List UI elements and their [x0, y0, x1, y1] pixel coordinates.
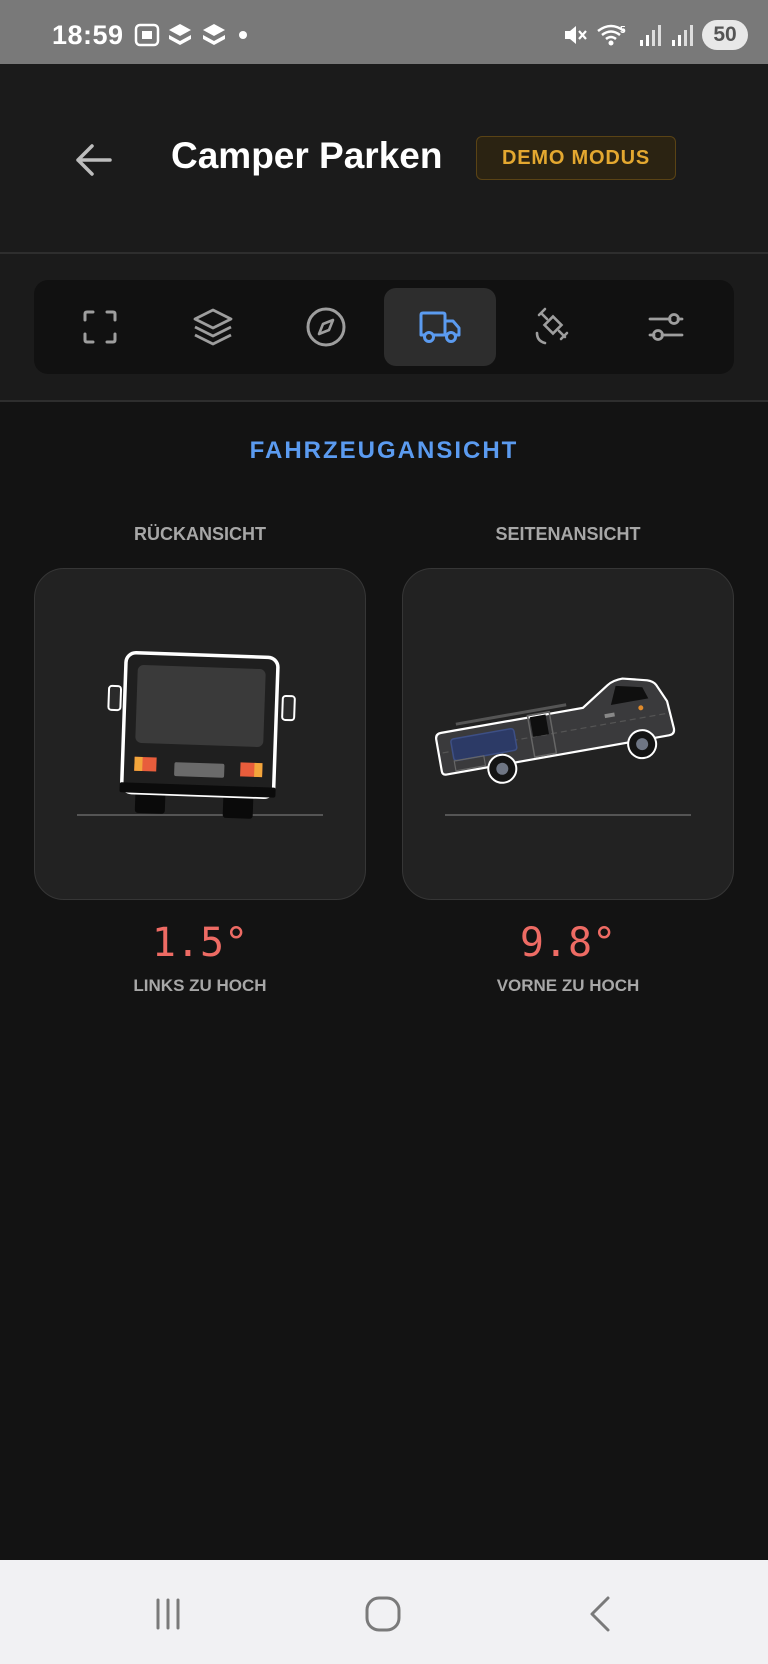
tab-layers[interactable]	[157, 288, 269, 366]
tab-compass[interactable]	[270, 288, 382, 366]
rear-angle-description: LINKS ZU HOCH	[133, 976, 267, 995]
tab-settings[interactable]	[610, 288, 722, 366]
battery-icon: 50	[702, 20, 748, 50]
dot-icon	[239, 31, 247, 39]
demo-mode-badge: DEMO MODUS	[476, 136, 676, 180]
app-icon	[203, 24, 225, 45]
layers-icon	[193, 308, 233, 346]
system-back-button[interactable]	[570, 1588, 630, 1640]
status-time: 18:59	[52, 20, 124, 50]
wifi-icon: 5	[597, 24, 626, 46]
side-view-card	[402, 568, 734, 900]
satellite-icon	[535, 307, 569, 345]
rear-view-label: RÜCKANSICHT	[134, 524, 266, 544]
side-angle-value: 9.8°	[519, 920, 617, 966]
home-button[interactable]	[353, 1588, 413, 1640]
screenshot-icon	[134, 23, 160, 47]
signal-icon	[672, 25, 693, 46]
truck-icon	[419, 311, 461, 343]
side-vehicle-illustration	[435, 677, 691, 816]
svg-text:5: 5	[620, 25, 626, 36]
back-button[interactable]	[70, 136, 118, 184]
app-icon	[169, 24, 191, 45]
back-icon	[590, 1596, 610, 1632]
recent-apps-button[interactable]	[138, 1588, 198, 1640]
arrow-left-icon	[76, 144, 112, 176]
page-title: Camper Parken	[171, 135, 443, 176]
compass-icon	[306, 307, 346, 347]
tab-vehicle[interactable]	[384, 288, 496, 366]
side-angle-description: VORNE ZU HOCH	[496, 976, 640, 995]
rear-vehicle-illustration	[77, 650, 323, 819]
signal-icon	[640, 25, 661, 46]
tab-bar	[34, 280, 734, 374]
section-title: FAHRZEUGANSICHT	[249, 437, 519, 464]
mute-icon	[565, 26, 587, 44]
recent-apps-icon	[156, 1598, 180, 1630]
rear-view-card	[34, 568, 366, 900]
home-icon	[365, 1596, 401, 1632]
tab-satellite[interactable]	[497, 288, 609, 366]
side-view-label: SEITENANSICHT	[495, 524, 641, 544]
rear-angle-value: 1.5°	[151, 920, 249, 966]
tab-scan[interactable]	[44, 288, 156, 366]
status-bar: 18:59 5 50	[0, 0, 768, 64]
system-nav-bar	[0, 1560, 768, 1664]
sliders-icon	[648, 313, 684, 341]
divider	[0, 400, 768, 402]
battery-level: 50	[713, 23, 737, 46]
scan-icon	[83, 310, 117, 344]
